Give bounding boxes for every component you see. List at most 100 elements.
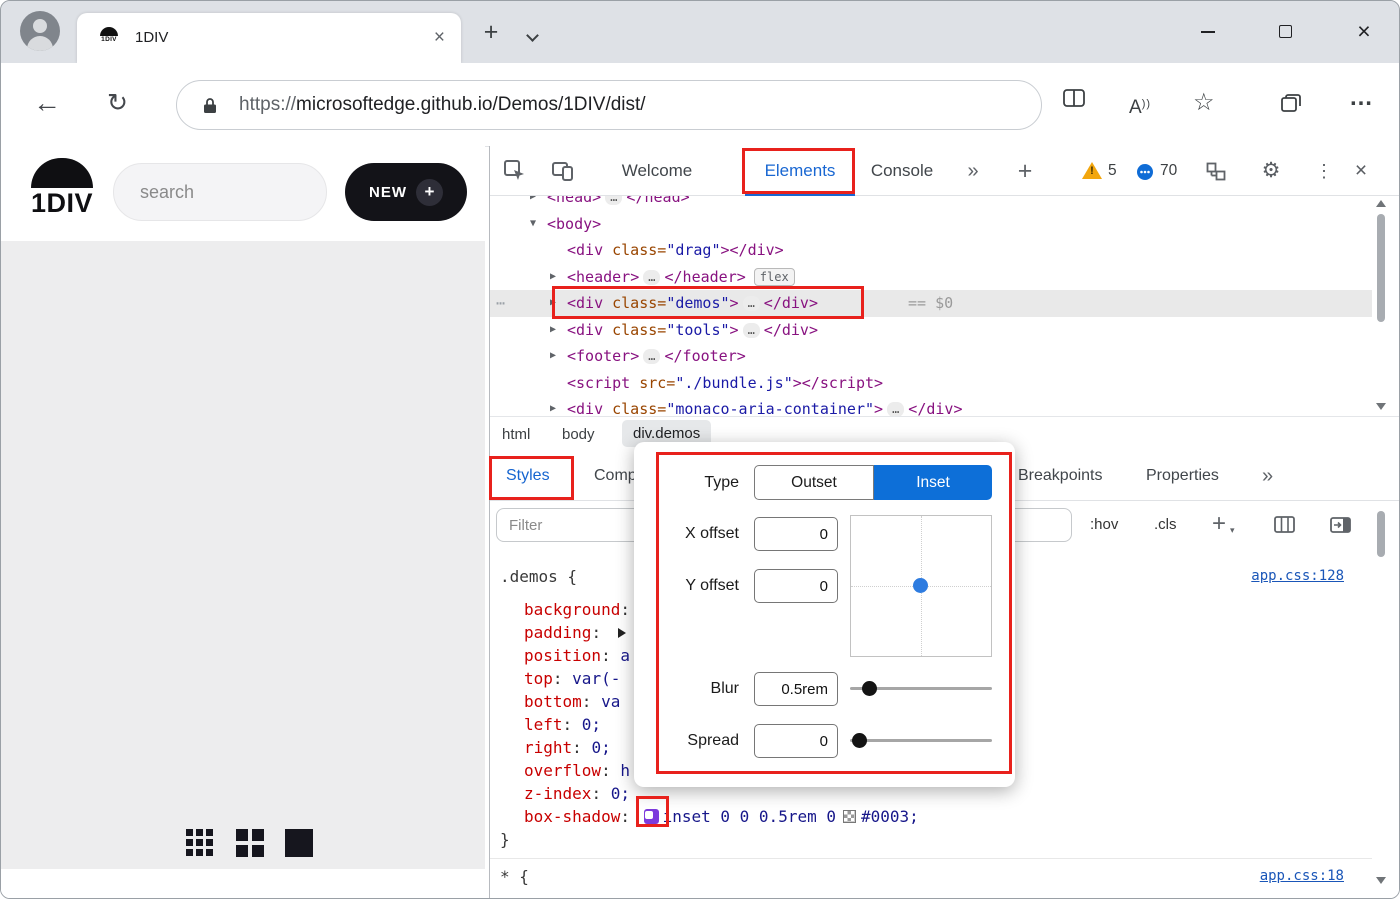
expand-icon[interactable]: ▶ bbox=[550, 264, 556, 291]
tab-welcome[interactable]: Welcome bbox=[602, 146, 712, 196]
ellipsis-icon[interactable]: … bbox=[605, 196, 623, 205]
kebab-menu-icon[interactable]: ⋮ bbox=[1312, 146, 1336, 196]
tab-elements[interactable]: Elements bbox=[745, 146, 855, 196]
blur-slider-thumb[interactable] bbox=[862, 681, 877, 696]
sidebar-more-tabs-icon[interactable]: » bbox=[1262, 451, 1273, 501]
breadcrumb-html[interactable]: html bbox=[502, 417, 530, 452]
shadow-editor-icon[interactable] bbox=[643, 809, 659, 824]
ellipsis-icon[interactable]: … bbox=[742, 296, 760, 311]
dom-node-demos-selected[interactable]: ⋯ ▶ <div class="demos">… </div> == $0 bbox=[490, 290, 1372, 317]
maximize-button[interactable] bbox=[1269, 15, 1303, 49]
minimize-button[interactable] bbox=[1191, 15, 1225, 49]
dom-node-drag[interactable]: <div class="drag"></div> bbox=[490, 237, 1372, 264]
spread-slider-thumb[interactable] bbox=[852, 733, 867, 748]
tab-console[interactable]: Console bbox=[862, 146, 942, 196]
warning-count[interactable]: 5 bbox=[1108, 146, 1117, 196]
new-rule-caret-icon[interactable]: ▾ bbox=[1230, 525, 1235, 536]
toggle-hover-button[interactable]: :hov bbox=[1090, 501, 1118, 549]
refresh-button[interactable]: ↻ bbox=[107, 63, 128, 146]
y-offset-input[interactable] bbox=[754, 569, 838, 603]
layout-grid-2-button[interactable] bbox=[236, 829, 264, 857]
ellipsis-icon[interactable]: … bbox=[643, 269, 661, 285]
scroll-down-icon[interactable] bbox=[1376, 877, 1386, 884]
read-aloud-icon[interactable]: A)) bbox=[1129, 63, 1151, 149]
offset-handle[interactable] bbox=[913, 578, 928, 593]
toggle-class-button[interactable]: .cls bbox=[1154, 501, 1177, 549]
expand-icon[interactable]: ▶ bbox=[550, 343, 556, 370]
dom-scrollbar[interactable] bbox=[1374, 198, 1388, 412]
collections-icon[interactable] bbox=[1281, 93, 1303, 118]
layout-grid-3-button[interactable] bbox=[186, 829, 213, 856]
ellipsis-icon[interactable]: … bbox=[643, 349, 661, 364]
spread-slider[interactable] bbox=[850, 739, 992, 742]
dom-node-monaco[interactable]: ▶ <div class="monaco-aria-container">… </di… bbox=[490, 396, 1372, 416]
breadcrumb-body[interactable]: body bbox=[562, 417, 595, 452]
tab-styles[interactable]: Styles bbox=[506, 451, 550, 501]
blur-input[interactable] bbox=[754, 672, 838, 706]
more-tabs-icon[interactable]: » bbox=[958, 146, 988, 196]
inspect-icon[interactable] bbox=[504, 160, 526, 187]
layers-icon[interactable] bbox=[1206, 162, 1226, 186]
tab-actions-caret-icon[interactable] bbox=[526, 29, 539, 42]
address-bar[interactable]: https://microsoftedge.github.io/Demos/1D… bbox=[176, 80, 1042, 130]
layout-single-button[interactable] bbox=[285, 829, 313, 857]
styles-scrollbar[interactable] bbox=[1374, 503, 1388, 898]
ellipsis-icon[interactable]: … bbox=[887, 402, 905, 416]
dom-node-script[interactable]: <script src="./bundle.js"></script> bbox=[490, 370, 1372, 397]
new-button[interactable]: NEW + bbox=[345, 163, 467, 221]
new-style-rule-button[interactable]: + bbox=[1212, 501, 1226, 547]
favorites-star-icon[interactable]: ☆ bbox=[1193, 63, 1215, 143]
css-declaration-box-shadow[interactable]: box-shadow: inset 0 0 0.5rem 0 #0003; bbox=[490, 796, 1372, 828]
scroll-down-icon[interactable] bbox=[1376, 403, 1386, 410]
expand-shorthand-icon[interactable] bbox=[617, 628, 626, 638]
dom-node-header[interactable]: ▶ <header>… </header> flex bbox=[490, 264, 1372, 291]
dom-node-footer[interactable]: ▶ <footer>… </footer> bbox=[490, 343, 1372, 370]
ellipsis-icon[interactable]: … bbox=[742, 322, 760, 338]
css-rule-universal[interactable]: * { app.css:18 bbox=[490, 865, 1372, 888]
tab-breakpoints[interactable]: Breakpoints bbox=[1018, 451, 1103, 501]
rendering-icon[interactable] bbox=[1274, 516, 1295, 538]
inset-button[interactable]: Inset bbox=[874, 465, 992, 500]
window-close-button[interactable]: × bbox=[1347, 15, 1381, 49]
offset-pad[interactable] bbox=[850, 515, 992, 657]
browser-tab[interactable]: 1DIV 1DIV × bbox=[77, 13, 461, 63]
scrollbar-thumb[interactable] bbox=[1377, 214, 1385, 322]
expand-icon[interactable]: ▶ bbox=[530, 196, 536, 211]
node-grip-icon[interactable]: ⋯ bbox=[496, 290, 505, 317]
expand-icon[interactable]: ▶ bbox=[550, 396, 556, 416]
dom-node-body[interactable]: ▼ <body> bbox=[490, 211, 1372, 238]
warning-icon[interactable] bbox=[1082, 162, 1102, 179]
lock-icon[interactable] bbox=[203, 97, 217, 119]
css-source-link[interactable]: app.css:128 bbox=[1251, 565, 1344, 588]
dom-node-tools[interactable]: ▶ <div class="tools">… </div> bbox=[490, 317, 1372, 344]
css-colon: : bbox=[601, 761, 621, 780]
collapse-icon[interactable]: ▼ bbox=[530, 211, 536, 238]
open-panel-icon[interactable] bbox=[1330, 517, 1351, 538]
scroll-up-icon[interactable] bbox=[1376, 200, 1386, 207]
devtools-close-icon[interactable]: × bbox=[1346, 146, 1376, 196]
issues-count[interactable]: 70 bbox=[1160, 146, 1177, 196]
settings-more-icon[interactable]: … bbox=[1349, 63, 1373, 133]
issues-icon[interactable] bbox=[1136, 163, 1154, 186]
back-button[interactable]: ← bbox=[33, 63, 61, 146]
flex-badge[interactable]: flex bbox=[753, 267, 795, 286]
dom-tag: > bbox=[729, 294, 739, 312]
add-panel-icon[interactable]: + bbox=[1010, 146, 1040, 196]
outset-button[interactable]: Outset bbox=[754, 465, 874, 500]
scrollbar-thumb[interactable] bbox=[1377, 511, 1385, 557]
device-toolbar-icon[interactable] bbox=[552, 161, 574, 187]
expand-icon[interactable]: ▶ bbox=[550, 290, 556, 317]
expand-icon[interactable]: ▶ bbox=[550, 317, 556, 344]
tab-properties[interactable]: Properties bbox=[1146, 451, 1219, 501]
search-input[interactable] bbox=[113, 163, 327, 221]
dom-node-head[interactable]: ▶ <head>… </head> bbox=[490, 196, 1372, 211]
spread-input[interactable] bbox=[754, 724, 838, 758]
new-tab-button[interactable]: + bbox=[473, 15, 509, 51]
css-source-link[interactable]: app.css:18 bbox=[1260, 865, 1344, 888]
x-offset-input[interactable] bbox=[754, 517, 838, 551]
settings-gear-icon[interactable]: ⚙ bbox=[1256, 146, 1286, 196]
split-screen-icon[interactable] bbox=[1063, 89, 1085, 112]
tab-close-icon[interactable]: × bbox=[434, 13, 445, 63]
profile-button[interactable] bbox=[18, 9, 62, 53]
color-swatch-icon[interactable] bbox=[842, 810, 856, 823]
